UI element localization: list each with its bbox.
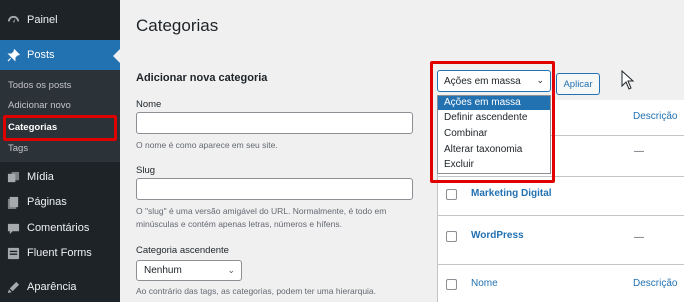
column-header-description[interactable]: Descrição xyxy=(633,111,677,122)
parent-help: Ao contrário das tags, as categorias, po… xyxy=(136,286,377,296)
appearance-icon xyxy=(6,280,20,294)
apply-button[interactable]: Aplicar xyxy=(556,73,600,95)
row-checkbox[interactable] xyxy=(446,189,457,200)
menu-item-posts[interactable]: Posts xyxy=(0,40,120,70)
slug-input[interactable] xyxy=(136,178,413,200)
menu-label: Mídia xyxy=(27,171,54,183)
row-checkbox[interactable] xyxy=(446,231,457,242)
select-all-checkbox-footer[interactable] xyxy=(446,279,457,290)
name-label: Nome xyxy=(136,99,162,110)
slug-help: O "slug" é uma versão amigável do URL. N… xyxy=(136,206,387,229)
row-description: — xyxy=(634,232,644,243)
menu-item-painel[interactable]: Painel xyxy=(0,5,120,35)
menu-label: Aparência xyxy=(27,281,77,293)
media-icon xyxy=(6,170,20,184)
highlight-bulk-actions xyxy=(430,61,555,183)
mouse-cursor-icon xyxy=(621,69,635,95)
submenu-item-tags[interactable]: Tags xyxy=(8,143,28,154)
parent-category-label: Categoria ascendente xyxy=(136,245,229,256)
forms-icon xyxy=(6,246,20,260)
highlight-categories xyxy=(3,115,117,141)
submenu-item-add-new[interactable]: Adicionar novo xyxy=(8,100,71,111)
menu-label: Painel xyxy=(27,14,58,26)
page-icon xyxy=(6,195,20,209)
dashboard-icon xyxy=(6,13,20,27)
menu-item-aparencia[interactable]: Aparência xyxy=(0,272,120,302)
page-title: Categorias xyxy=(136,16,219,35)
comment-icon xyxy=(6,221,20,235)
menu-label: Fluent Forms xyxy=(27,247,92,259)
column-footer-name[interactable]: Nome xyxy=(471,278,498,289)
name-input[interactable] xyxy=(136,112,413,134)
row-divider xyxy=(437,215,684,216)
category-link-marketing-digital[interactable]: Marketing Digital xyxy=(471,188,552,199)
menu-label: Páginas xyxy=(27,196,67,208)
admin-sidebar: Painel Posts Todos os posts Adicionar no… xyxy=(0,0,120,302)
chevron-down-icon: ⌄ xyxy=(227,265,235,275)
menu-label: Comentários xyxy=(27,222,90,234)
column-footer-description[interactable]: Descrição xyxy=(633,278,677,289)
menu-label: Posts xyxy=(27,49,55,61)
active-menu-arrow xyxy=(113,49,120,63)
pin-icon xyxy=(6,48,20,62)
parent-category-select[interactable]: Nenhum ⌄ xyxy=(136,260,242,281)
category-link-wordpress[interactable]: WordPress xyxy=(471,230,524,241)
row-description: — xyxy=(634,146,644,157)
submenu-item-all-posts[interactable]: Todos os posts xyxy=(8,80,71,91)
row-divider xyxy=(437,264,684,265)
parent-category-value: Nenhum xyxy=(144,265,182,276)
name-help: O nome é como aparece em seu site. xyxy=(136,140,278,150)
menu-item-fluent-forms[interactable]: Fluent Forms xyxy=(0,238,120,268)
add-category-title: Adicionar nova categoria xyxy=(136,72,268,84)
slug-label: Slug xyxy=(136,165,156,176)
